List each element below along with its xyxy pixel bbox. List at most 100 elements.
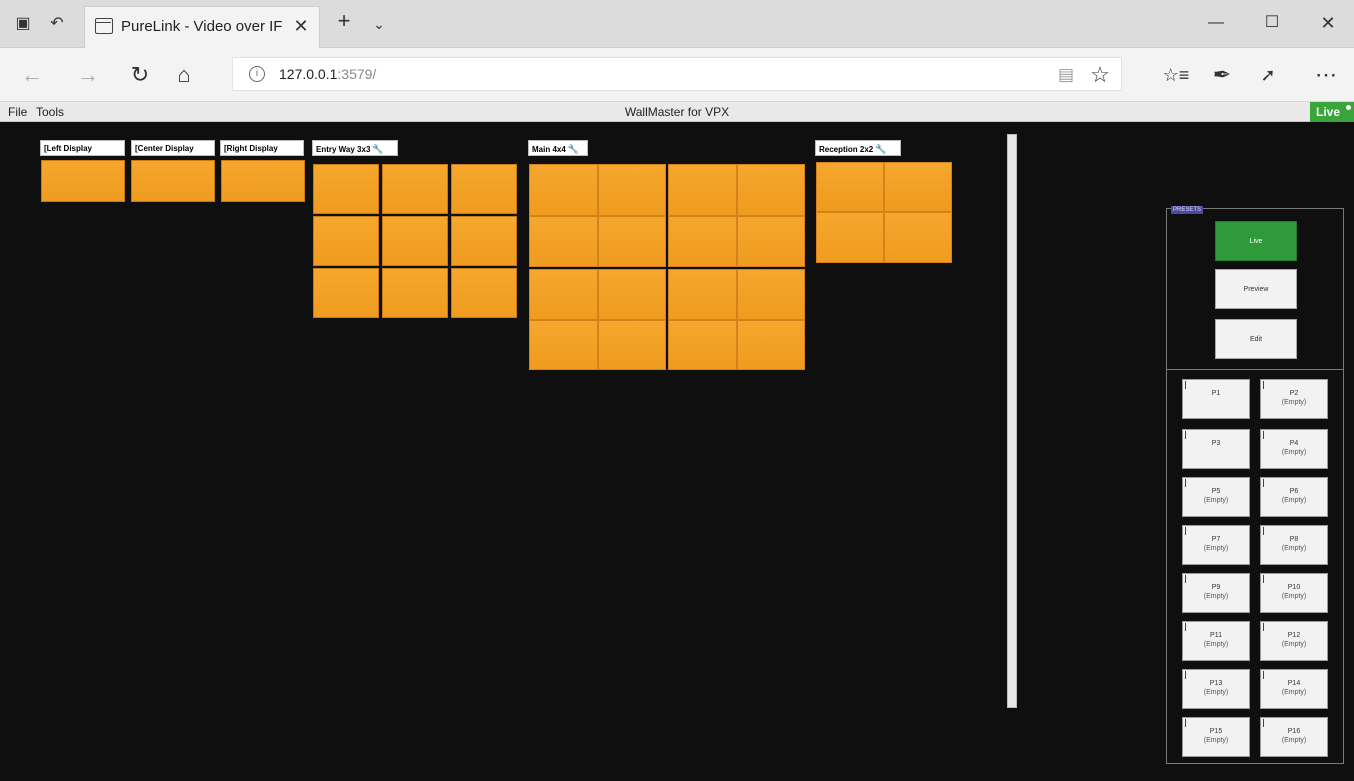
preset-button-p1[interactable]: P1 xyxy=(1182,379,1250,419)
maximize-icon[interactable]: ☐ xyxy=(1257,12,1287,34)
preset-button-p16[interactable]: P16 (Empty) xyxy=(1260,717,1328,757)
display-tile[interactable] xyxy=(598,164,666,216)
vertical-scrollbar[interactable] xyxy=(1007,134,1017,708)
home-icon[interactable]: ⌂ xyxy=(170,62,198,88)
display-tile[interactable] xyxy=(529,164,598,216)
share-icon[interactable]: ➚ xyxy=(1254,62,1282,88)
close-window-icon[interactable]: ✕ xyxy=(1313,12,1343,34)
wall-label-text: Entry Way 3x3 xyxy=(316,145,371,154)
preset-state: (Empty) xyxy=(1281,689,1307,696)
live-status-badge: Live xyxy=(1310,102,1354,122)
display-tile[interactable] xyxy=(529,320,598,370)
wall-label-reception[interactable]: Reception 2x2 🔧 xyxy=(815,140,901,156)
back-icon[interactable]: ← xyxy=(18,62,46,88)
display-tile[interactable] xyxy=(451,216,517,266)
display-tile[interactable] xyxy=(668,164,737,216)
preset-button-p7[interactable]: P7 (Empty) xyxy=(1182,525,1250,565)
display-tile[interactable] xyxy=(816,162,884,212)
wall-label-left-display[interactable]: [Left Display xyxy=(40,140,125,156)
display-tile[interactable] xyxy=(598,320,666,370)
tab-close-icon[interactable]: ✕ xyxy=(290,15,312,37)
display-tile[interactable] xyxy=(737,269,805,320)
new-tab-icon[interactable]: + xyxy=(333,10,355,32)
live-mode-button[interactable]: Live xyxy=(1215,221,1297,261)
more-icon[interactable]: ⋯ xyxy=(1312,62,1340,88)
preset-name: P15 xyxy=(1209,728,1223,735)
display-tile[interactable] xyxy=(737,320,805,370)
preset-state: (Empty) xyxy=(1281,399,1307,406)
refresh-icon[interactable]: ↻ xyxy=(126,62,154,88)
favorites-hub-icon[interactable]: ☆≡ xyxy=(1162,62,1190,88)
wrench-icon[interactable]: 🔧 xyxy=(568,144,579,154)
preset-state: (Empty) xyxy=(1203,545,1229,552)
preset-button-p4[interactable]: P4 (Empty) xyxy=(1260,429,1328,469)
preset-name: P14 xyxy=(1287,680,1301,687)
minimize-icon[interactable]: — xyxy=(1201,12,1231,34)
preset-button-p5[interactable]: P5 (Empty) xyxy=(1182,477,1250,517)
drag-handle-icon xyxy=(1263,431,1264,439)
display-tile[interactable] xyxy=(598,216,666,267)
tab-preview-chevron-icon[interactable]: ⌄ xyxy=(368,14,390,34)
display-tile[interactable] xyxy=(737,216,805,267)
preset-state: (Empty) xyxy=(1281,737,1307,744)
drag-handle-icon xyxy=(1185,623,1186,631)
live-indicator-dot xyxy=(1346,105,1351,110)
display-tile[interactable] xyxy=(451,164,517,214)
display-tile[interactable] xyxy=(884,162,952,212)
display-tile[interactable] xyxy=(313,268,379,318)
site-info-icon[interactable]: i xyxy=(249,66,265,82)
wrench-icon[interactable]: 🔧 xyxy=(372,144,383,154)
preset-button-p10[interactable]: P10 (Empty) xyxy=(1260,573,1328,613)
wall-label-entry-way[interactable]: Entry Way 3x3 🔧 xyxy=(312,140,398,156)
tab-purelink[interactable]: PureLink - Video over IF ✕ xyxy=(84,6,320,48)
preset-button-p2[interactable]: P2 (Empty) xyxy=(1260,379,1328,419)
preset-name: P10 xyxy=(1287,584,1301,591)
edit-mode-button[interactable]: Edit xyxy=(1215,319,1297,359)
preset-button-p15[interactable]: P15 (Empty) xyxy=(1182,717,1250,757)
display-tile[interactable] xyxy=(382,216,448,266)
display-tile[interactable] xyxy=(313,216,379,266)
display-tile[interactable] xyxy=(598,269,666,320)
preset-button-p13[interactable]: P13 (Empty) xyxy=(1182,669,1250,709)
display-tile[interactable] xyxy=(529,216,598,267)
presets-divider xyxy=(1167,369,1343,370)
display-tile[interactable] xyxy=(382,164,448,214)
display-tile[interactable] xyxy=(668,320,737,370)
display-tile[interactable] xyxy=(816,212,884,263)
display-tile[interactable] xyxy=(737,164,805,216)
display-tile[interactable] xyxy=(313,164,379,214)
display-tile[interactable] xyxy=(131,160,215,202)
preset-name: P7 xyxy=(1211,536,1221,543)
wall-label-right-display[interactable]: [Right Display xyxy=(220,140,304,156)
tab-manager-icon[interactable]: ▣ xyxy=(12,14,34,34)
preset-state: (Empty) xyxy=(1203,737,1229,744)
preset-button-p8[interactable]: P8 (Empty) xyxy=(1260,525,1328,565)
preview-mode-button[interactable]: Preview xyxy=(1215,269,1297,309)
reading-view-icon[interactable]: ▤ xyxy=(1052,62,1080,88)
display-tile[interactable] xyxy=(451,268,517,318)
preset-state: (Empty) xyxy=(1281,497,1307,504)
display-tile[interactable] xyxy=(884,212,952,263)
preset-button-p9[interactable]: P9 (Empty) xyxy=(1182,573,1250,613)
preset-button-p6[interactable]: P6 (Empty) xyxy=(1260,477,1328,517)
preset-state: (Empty) xyxy=(1203,497,1229,504)
set-aside-tabs-icon[interactable]: ↶ xyxy=(46,14,68,34)
display-tile[interactable] xyxy=(529,269,598,320)
forward-icon[interactable]: → xyxy=(74,62,102,88)
display-tile[interactable] xyxy=(668,269,737,320)
preset-button-p3[interactable]: P3 xyxy=(1182,429,1250,469)
preset-button-p11[interactable]: P11 (Empty) xyxy=(1182,621,1250,661)
wall-label-center-display[interactable]: [Center Display xyxy=(131,140,215,156)
display-tile[interactable] xyxy=(382,268,448,318)
display-tile[interactable] xyxy=(41,160,125,202)
favorite-star-icon[interactable]: ☆ xyxy=(1086,62,1114,88)
preset-button-p12[interactable]: P12 (Empty) xyxy=(1260,621,1328,661)
display-tile[interactable] xyxy=(668,216,737,267)
web-note-pen-icon[interactable]: ✒ xyxy=(1208,62,1236,88)
wrench-icon[interactable]: 🔧 xyxy=(875,144,886,154)
display-tile[interactable] xyxy=(221,160,305,202)
preset-button-p14[interactable]: P14 (Empty) xyxy=(1260,669,1328,709)
url-field[interactable]: i 127.0.0.1:3579/ xyxy=(232,57,1122,91)
wall-canvas: [Left Display [Center Display [Right Dis… xyxy=(0,122,1354,781)
wall-label-main[interactable]: Main 4x4 🔧 xyxy=(528,140,588,156)
